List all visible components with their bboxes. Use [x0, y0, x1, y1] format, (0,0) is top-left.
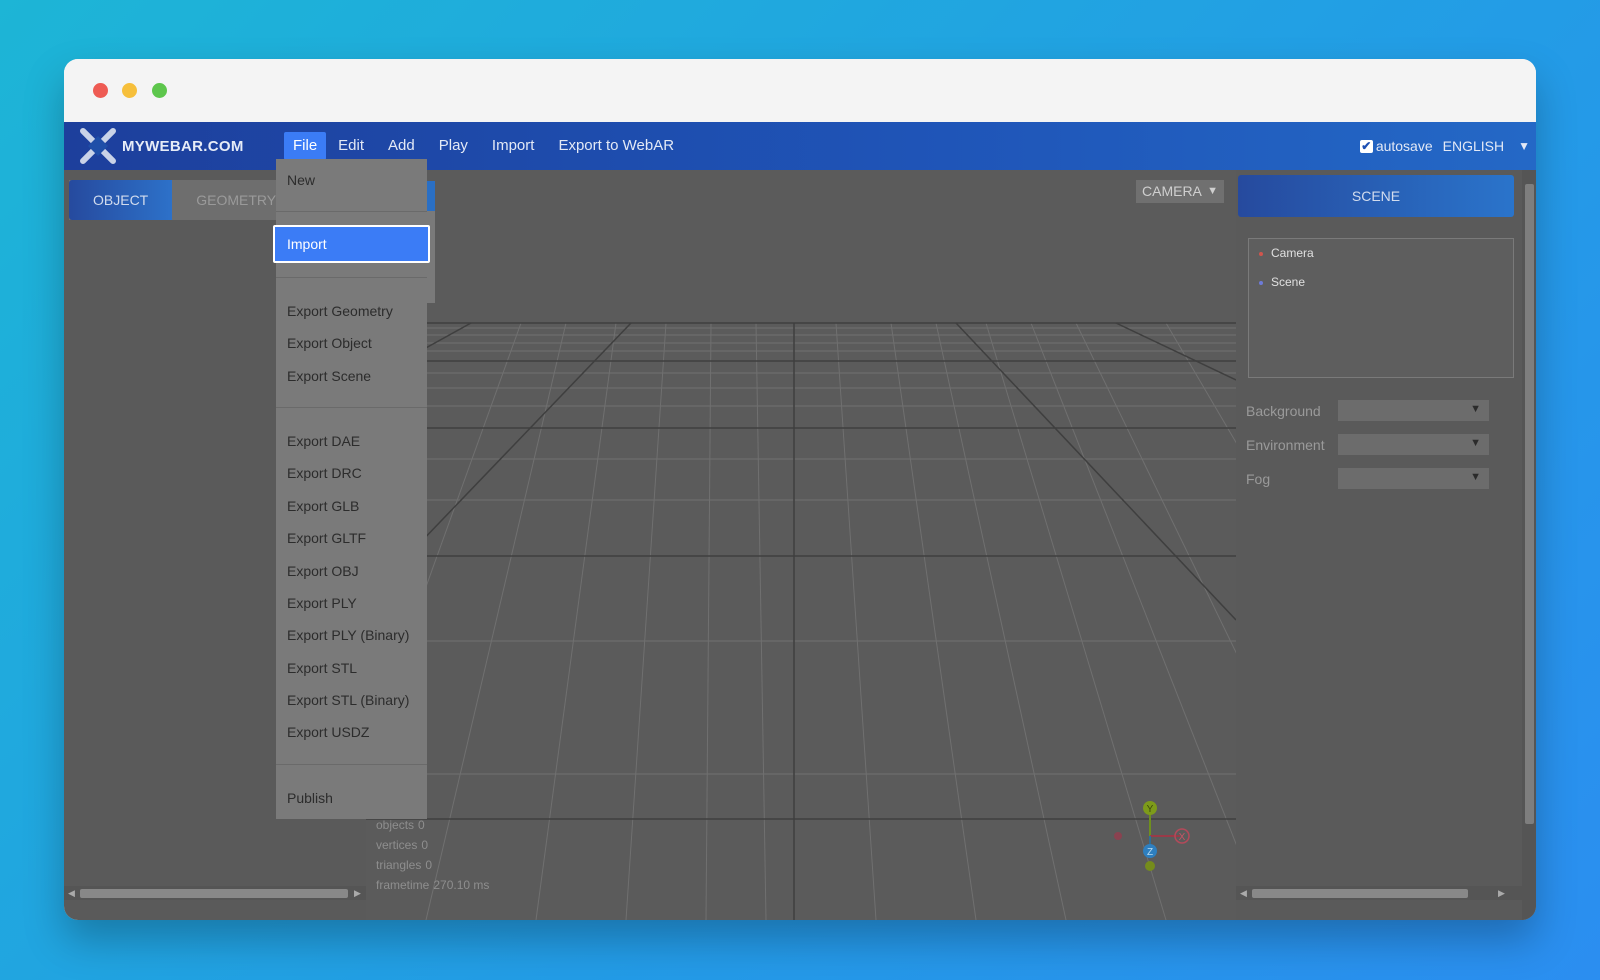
menu-item-export-geometry[interactable]: Export Geometry: [276, 295, 427, 327]
menu-item-export-gltf[interactable]: Export GLTF: [276, 522, 427, 554]
background-label: Background: [1246, 403, 1321, 419]
left-horizontal-scrollbar[interactable]: ◀ ▶: [64, 886, 366, 900]
bullet-icon: [1259, 280, 1263, 285]
tab-scene[interactable]: SCENE: [1238, 175, 1514, 217]
chevron-down-icon: ▼: [1470, 403, 1481, 415]
maximize-window-button[interactable]: [152, 83, 167, 98]
scrollbar-thumb[interactable]: [1525, 184, 1534, 824]
menu-item-export-glb[interactable]: Export GLB: [276, 490, 427, 522]
scroll-left-icon[interactable]: ◀: [1240, 886, 1247, 900]
environment-label: Environment: [1246, 437, 1325, 453]
menu-item-import[interactable]: Import: [273, 225, 430, 263]
chevron-down-icon: ▼: [1470, 437, 1481, 449]
menu-item-publish[interactable]: Publish: [276, 782, 427, 814]
menu-export-to-webar[interactable]: Export to WebAR: [546, 132, 686, 160]
chevron-down-icon: ▼: [1470, 471, 1481, 483]
3d-viewport[interactable]: CAMERA ▼ objects 0 vertices 0 triangles 0 f…: [366, 170, 1236, 920]
close-window-button[interactable]: [93, 83, 108, 98]
logo-text: MYWEBAR.COM: [122, 137, 244, 155]
language-select[interactable]: ENGLISH: [1443, 138, 1504, 154]
bullet-icon: [1259, 251, 1263, 256]
autosave-label: autosave: [1375, 138, 1433, 154]
autosave-checkbox[interactable]: ✔: [1359, 139, 1373, 153]
menu-item-export-obj[interactable]: Export OBJ: [276, 555, 427, 587]
menu-import[interactable]: Import: [480, 132, 547, 160]
environment-select[interactable]: ▼: [1338, 434, 1489, 455]
menu-play[interactable]: Play: [427, 132, 480, 160]
menu-divider: [276, 764, 427, 765]
right-horizontal-scrollbar[interactable]: ◀ ▶: [1236, 886, 1522, 900]
fog-select[interactable]: ▼: [1338, 468, 1489, 489]
menu-edit[interactable]: Edit: [326, 132, 376, 160]
menu-item-export-drc[interactable]: Export DRC: [276, 457, 427, 489]
frametime-info: frametime 270.10 ms: [376, 878, 490, 892]
outliner-item-camera[interactable]: Camera: [1259, 246, 1314, 260]
vertices-info: vertices 0: [376, 838, 429, 852]
menu-divider: [276, 407, 427, 408]
menu-add[interactable]: Add: [376, 132, 427, 160]
menu-item-export-usdz[interactable]: Export USDZ: [276, 716, 427, 748]
scroll-right-icon[interactable]: ▶: [1498, 886, 1505, 900]
gizmo-x-label: X: [1179, 832, 1186, 843]
render-info: objects 0 vertices 0 triangles 0 frametime 2…: [376, 815, 489, 895]
menu-item-export-ply-binary[interactable]: Export PLY (Binary): [276, 619, 427, 651]
browser-window: MYWEBAR.COM File Edit Add Play Import Ex…: [64, 59, 1536, 920]
scrollbar-thumb[interactable]: [1252, 889, 1468, 898]
fog-label: Fog: [1246, 471, 1271, 487]
menu-file[interactable]: File: [284, 132, 327, 160]
menu-item-export-stl[interactable]: Export STL: [276, 652, 427, 684]
scrollbar-thumb[interactable]: [80, 889, 348, 898]
outliner-item-scene[interactable]: Scene: [1259, 275, 1305, 289]
menu-divider: [276, 211, 427, 212]
menu-item-export-scene[interactable]: Export Scene: [276, 360, 427, 392]
window-titlebar: [64, 59, 1536, 122]
chevron-down-icon[interactable]: ▼: [1518, 139, 1530, 153]
scene-outliner[interactable]: Camera Scene: [1248, 238, 1514, 378]
logo-icon: [80, 128, 116, 164]
menu-item-export-stl-binary[interactable]: Export STL (Binary): [276, 684, 427, 716]
background-select[interactable]: ▼: [1338, 400, 1489, 421]
scroll-left-icon[interactable]: ◀: [68, 886, 75, 900]
right-panel: SCENE Camera Scene Background ▼ Environm…: [1236, 170, 1536, 920]
menu-item-export-object[interactable]: Export Object: [276, 327, 427, 359]
camera-select[interactable]: CAMERA ▼: [1136, 180, 1224, 203]
appbar-right: ✔ autosave ENGLISH ▼: [1359, 122, 1536, 170]
menu-divider: [276, 277, 427, 278]
file-menu-dropdown: New Import Export Geometry Export Object…: [273, 159, 430, 819]
triangles-info: triangles 0: [376, 858, 433, 872]
chevron-down-icon: ▼: [1207, 185, 1218, 197]
checkmark-icon: ✔: [1361, 139, 1372, 153]
gizmo-z-label: Z: [1147, 847, 1153, 858]
logo[interactable]: MYWEBAR.COM: [80, 128, 244, 164]
floor-grid: [366, 322, 1236, 920]
dropdown-shadow-edge: [427, 181, 435, 211]
menu-item-export-ply[interactable]: Export PLY: [276, 587, 427, 619]
scroll-right-icon[interactable]: ▶: [354, 886, 361, 900]
right-vertical-scrollbar[interactable]: [1522, 170, 1536, 920]
camera-select-value: CAMERA: [1142, 183, 1202, 199]
axis-gizmo[interactable]: Y X Z: [1114, 800, 1204, 880]
gizmo-y-label: Y: [1147, 804, 1154, 815]
menu-item-export-dae[interactable]: Export DAE: [276, 425, 427, 457]
tab-object[interactable]: OBJECT: [69, 180, 173, 220]
menu-item-new[interactable]: New: [276, 164, 427, 196]
minimize-window-button[interactable]: [122, 83, 137, 98]
